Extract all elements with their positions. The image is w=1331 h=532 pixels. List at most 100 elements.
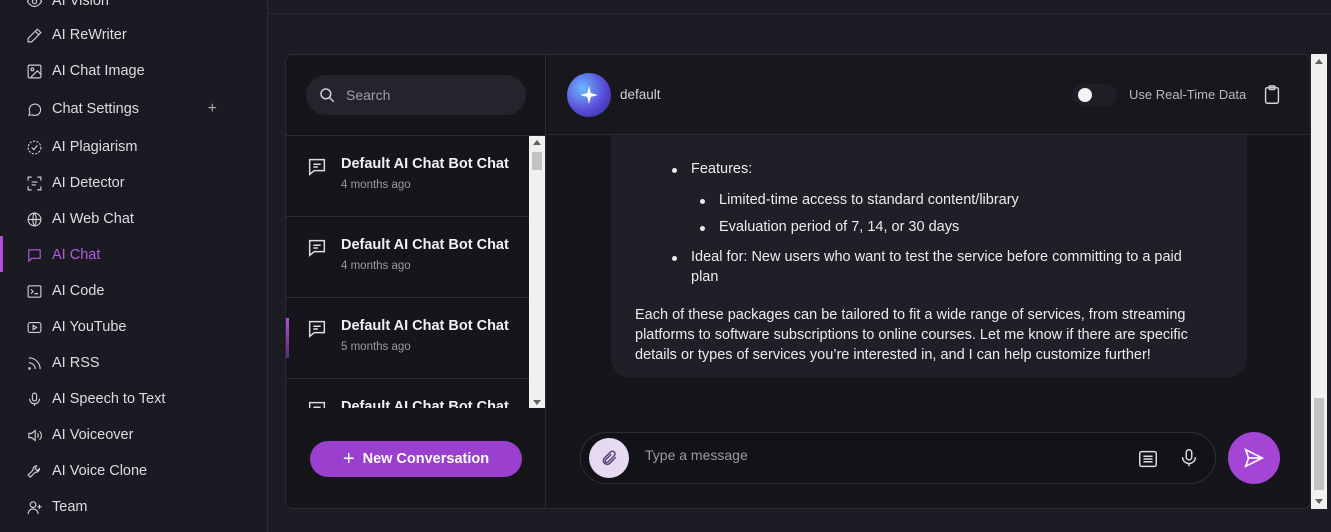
chat-bubble-icon <box>25 100 43 118</box>
sidebar-item-label: AI ReWriter <box>52 27 127 43</box>
sidebar-item-ai-chat[interactable]: AI Chat <box>0 237 267 273</box>
sidebar-item-label: AI Voice Clone <box>52 463 148 479</box>
sidebar-item-label: Chat Settings <box>52 101 140 117</box>
scroll-thumb[interactable] <box>1314 398 1324 490</box>
sidebar-item-label: AI Plagiarism <box>52 139 138 155</box>
conversation-scroll-area: Default AI Chat Bot Chat 4 months ago De… <box>286 135 546 408</box>
attach-button[interactable] <box>589 438 629 478</box>
bot-avatar <box>567 73 611 117</box>
sidebar-item-label: Team <box>52 499 88 515</box>
scroll-thumb[interactable] <box>532 152 542 170</box>
page-scrollbar[interactable] <box>1311 54 1327 509</box>
conversation-time: 4 months ago <box>341 179 411 191</box>
scroll-down-arrow-icon[interactable] <box>533 400 541 405</box>
user-plus-icon <box>25 498 43 516</box>
document-list-icon[interactable] <box>1137 448 1159 470</box>
expand-plus-icon[interactable]: + <box>208 100 217 118</box>
toggle-knob <box>1078 88 1092 102</box>
speaker-icon <box>25 426 43 444</box>
bullet-dot <box>700 199 705 204</box>
microphone-icon[interactable] <box>1178 447 1200 469</box>
chat-area: Features: Limited-time access to standar… <box>547 55 1310 508</box>
sidebar-item-label: AI Voiceover <box>52 427 134 443</box>
message-input[interactable] <box>645 447 1105 463</box>
message-icon <box>25 246 43 264</box>
sidebar-item-ai-plagiarism[interactable]: AI Plagiarism <box>0 129 267 165</box>
chat-icon <box>308 158 326 176</box>
top-bar <box>268 0 1331 14</box>
conversation-list: Default AI Chat Bot Chat 4 months ago De… <box>286 55 546 508</box>
message-ideal-for-cont: plan <box>691 269 719 285</box>
sidebar-item-label: AI Chat Image <box>52 63 145 79</box>
sidebar-item-ai-rewriter[interactable]: AI ReWriter <box>0 17 267 53</box>
terminal-icon <box>25 282 43 300</box>
conversation-title: Default AI Chat Bot Chat <box>341 156 509 172</box>
bullet-dot <box>700 226 705 231</box>
chat-icon <box>308 320 326 338</box>
conversation-title: Default AI Chat Bot Chat <box>341 399 509 408</box>
wrench-icon <box>25 462 43 480</box>
sidebar-item-ai-voice-clone[interactable]: AI Voice Clone <box>0 453 267 489</box>
message-features-label: Features: <box>691 161 753 177</box>
search-icon <box>320 88 335 103</box>
sidebar-item-ai-chat-image[interactable]: AI Chat Image <box>0 53 267 89</box>
search-input[interactable] <box>346 87 506 103</box>
message-feature-item: Limited-time access to standard content/… <box>719 192 1019 208</box>
conversation-time: 5 months ago <box>341 341 411 353</box>
conversation-item-selected[interactable]: Default AI Chat Bot Chat 5 months ago <box>286 298 529 379</box>
scroll-down-arrow-icon[interactable] <box>1315 499 1323 504</box>
bullet-dot <box>672 256 677 261</box>
realtime-label: Use Real-Time Data <box>1129 87 1247 102</box>
conversation-item[interactable]: Default AI Chat Bot Chat 4 months ago <box>286 217 529 298</box>
chat-header: default Use Real-Time Data <box>547 55 1310 135</box>
sidebar-item-ai-voiceover[interactable]: AI Voiceover <box>0 417 267 453</box>
clipboard-icon[interactable] <box>1261 84 1283 106</box>
chat-icon <box>308 239 326 257</box>
conversation-item[interactable]: Default AI Chat Bot Chat 4 months ago <box>286 136 529 217</box>
paperclip-icon <box>602 450 617 466</box>
conversation-title: Default AI Chat Bot Chat <box>341 237 509 253</box>
search-box[interactable] <box>306 75 526 115</box>
message-closing: details or types of services you’re inte… <box>635 347 1151 363</box>
message-composer <box>580 432 1216 484</box>
plus-icon: + <box>342 447 355 470</box>
globe-icon <box>25 210 43 228</box>
sidebar-item-label: AI Speech to Text <box>52 391 166 407</box>
message-ideal-for: Ideal for: New users who want to test th… <box>691 249 1182 265</box>
sidebar-item-label: AI Code <box>52 283 105 299</box>
sidebar-item-ai-detector[interactable]: AI Detector <box>0 165 267 201</box>
youtube-icon <box>25 318 43 336</box>
sidebar-item-label: AI Chat <box>52 247 101 263</box>
send-icon <box>1244 448 1265 468</box>
new-conversation-button[interactable]: + New Conversation <box>310 441 522 477</box>
scan-icon <box>25 174 43 192</box>
sidebar-item-chat-settings[interactable]: Chat Settings + <box>0 91 267 127</box>
sidebar-item-ai-web-chat[interactable]: AI Web Chat <box>0 201 267 237</box>
conversation-item[interactable]: Default AI Chat Bot Chat <box>286 379 529 408</box>
sidebar-item-label: AI Vision <box>52 0 109 9</box>
rss-icon <box>25 354 43 372</box>
bullet-dot <box>672 168 677 173</box>
send-button[interactable] <box>1228 432 1280 484</box>
scroll-up-arrow-icon[interactable] <box>533 140 541 145</box>
conversation-title: Default AI Chat Bot Chat <box>341 318 509 334</box>
microphone-icon <box>25 390 43 408</box>
chat-icon <box>308 401 326 408</box>
sidebar-item-ai-speech-to-text[interactable]: AI Speech to Text <box>0 381 267 417</box>
sidebar-item-ai-rss[interactable]: AI RSS <box>0 345 267 381</box>
image-icon <box>25 62 43 80</box>
sidebar-item-label: AI Detector <box>52 175 125 191</box>
sidebar-item-label: AI Web Chat <box>52 211 134 227</box>
message-closing: Each of these packages can be tailored t… <box>635 307 1186 323</box>
pen-icon <box>25 26 43 44</box>
conversation-scrollbar[interactable] <box>529 136 545 408</box>
message-feature-item: Evaluation period of 7, 14, or 30 days <box>719 219 960 235</box>
sidebar-item-ai-code[interactable]: AI Code <box>0 273 267 309</box>
sidebar-item-team[interactable]: Team <box>0 489 267 525</box>
assistant-message: Features: Limited-time access to standar… <box>611 115 1247 377</box>
scroll-up-arrow-icon[interactable] <box>1315 59 1323 64</box>
realtime-toggle[interactable] <box>1073 84 1117 106</box>
sidebar-item-ai-youtube[interactable]: AI YouTube <box>0 309 267 345</box>
new-conversation-label: New Conversation <box>362 451 490 467</box>
badge-check-icon <box>25 138 43 156</box>
